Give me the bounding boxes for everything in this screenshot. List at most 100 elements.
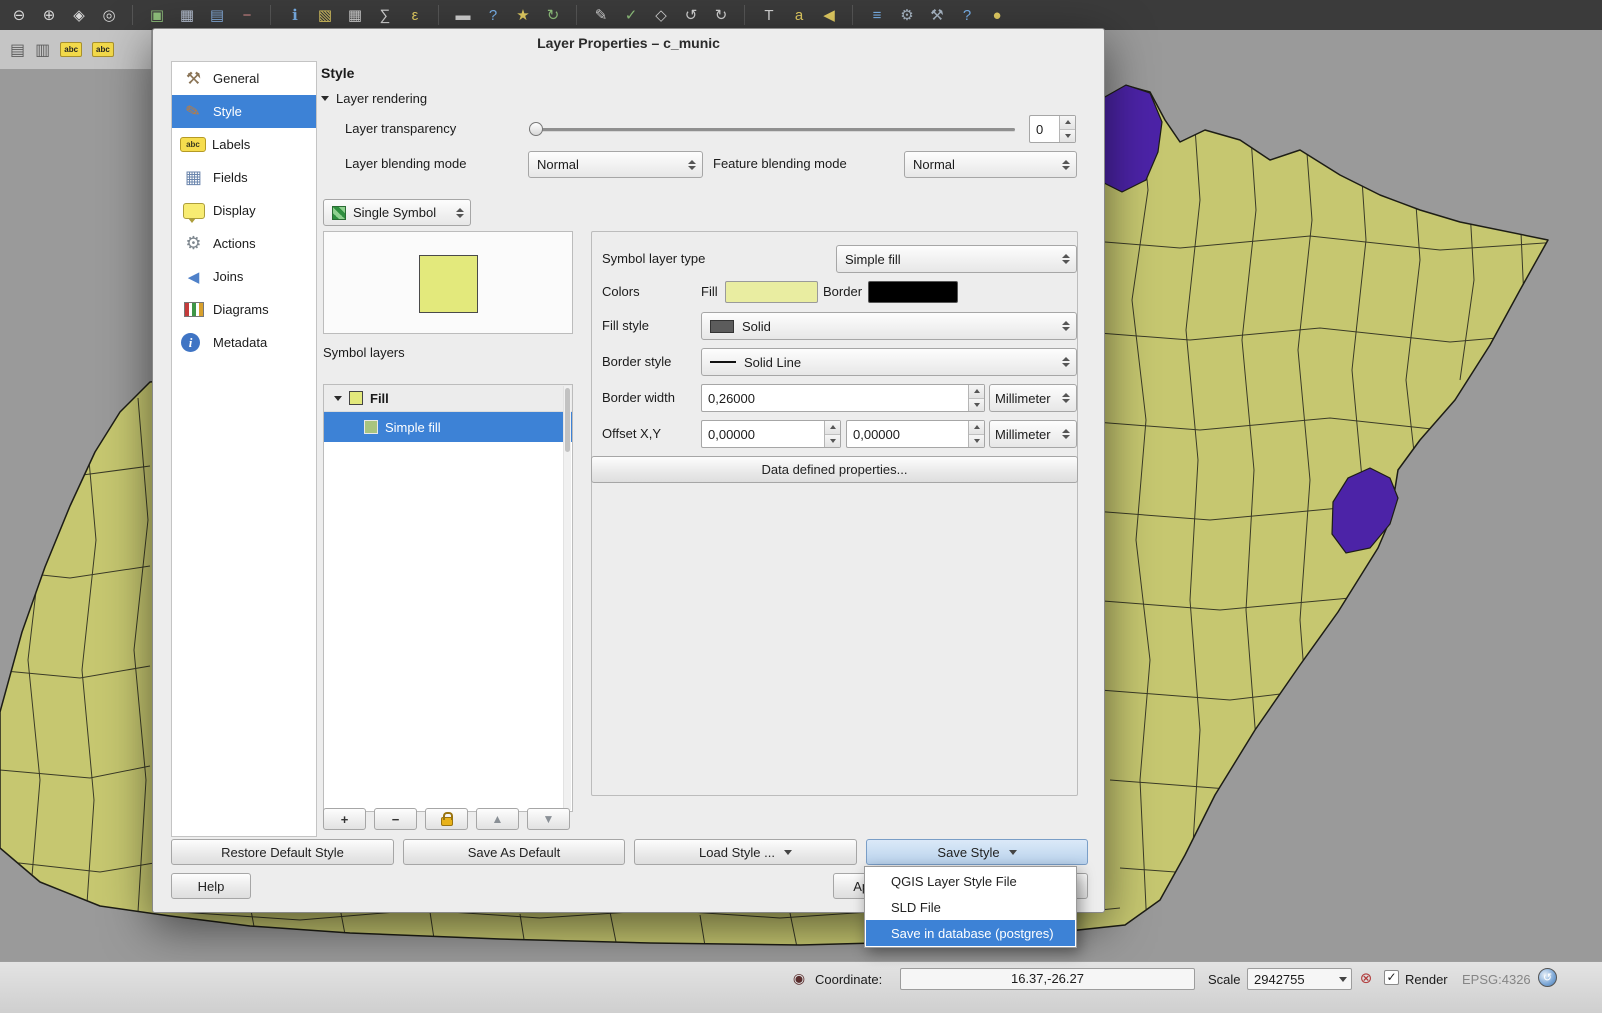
symbol-layer-type-combo[interactable]: Simple fill [836,245,1077,273]
sidebar-item-general[interactable]: General [172,62,316,95]
feature-blending-combo[interactable]: Normal [904,151,1077,178]
symbol-preview-swatch [419,255,478,313]
sidebar-item-display[interactable]: Display [172,194,316,227]
metasearch-icon[interactable]: ● [985,3,1009,27]
border-style-combo[interactable]: Solid Line [701,348,1077,376]
crs-status-icon[interactable] [1538,968,1557,987]
map-tips-icon[interactable]: ? [481,3,505,27]
tree-scrollbar[interactable] [563,386,571,810]
add-raster-layer-icon[interactable]: ▦ [175,3,199,27]
border-width-spinbox[interactable]: 0,26000 [701,384,985,412]
offset-y-spinbox[interactable]: 0,00000 [846,420,985,448]
add-postgis-layer-icon[interactable]: ▤ [205,3,229,27]
sidebar-item-metadata[interactable]: Metadata [172,326,316,359]
restore-default-style-button[interactable]: Restore Default Style [171,839,394,865]
sidebar-item-label: Diagrams [213,302,269,317]
diagrams-icon [184,302,204,317]
add-vector-layer-icon[interactable]: ▣ [145,3,169,27]
spin-steppers-icon[interactable] [1059,116,1075,142]
layer-rendering-expander[interactable]: Layer rendering [321,91,427,106]
save-edits-icon[interactable]: ✓ [619,3,643,27]
load-style-button[interactable]: Load Style ... [634,839,857,865]
sidebar-item-label: Display [213,203,256,218]
sidebar-item-fields[interactable]: Fields [172,161,316,194]
plugin-manager-icon[interactable]: ⚙ [895,3,919,27]
select-features-icon[interactable]: ▧ [313,3,337,27]
menu-item-qgis-layer-style-file[interactable]: QGIS Layer Style File [866,868,1075,894]
coordinate-input[interactable]: 16.37,-26.27 [900,968,1195,990]
paste-style-icon[interactable]: ▥ [35,40,50,60]
spin-steppers-icon[interactable] [968,385,984,411]
render-checkbox[interactable] [1384,970,1399,985]
redo-icon[interactable]: ↻ [709,3,733,27]
text-annotation-icon[interactable]: T [757,3,781,27]
sidebar-item-label: Style [213,104,242,119]
menu-item-save-in-database[interactable]: Save in database (postgres) [866,920,1075,946]
copy-style-icon[interactable]: ▤ [10,40,25,60]
sidebar-item-style[interactable]: Style [172,95,316,128]
coordinate-capture-icon[interactable] [790,969,808,987]
attribute-table-icon[interactable]: ▦ [343,3,367,27]
move-down-button[interactable]: ▼ [527,808,570,830]
node-tool-icon[interactable]: ◇ [649,3,673,27]
refresh-map-icon[interactable]: ↻ [541,3,565,27]
toolbar-separator [568,5,577,25]
identify-features-icon[interactable]: ℹ [283,3,307,27]
renderer-type-combo[interactable]: Single Symbol [323,199,471,226]
offset-x-spinbox[interactable]: 0,00000 [701,420,841,448]
tree-item-fill[interactable]: Fill [324,385,572,412]
sidebar-item-labels[interactable]: Labels [172,128,316,161]
sidebar-item-actions[interactable]: Actions [172,227,316,260]
add-symbol-layer-button[interactable]: + [323,808,366,830]
save-as-default-button[interactable]: Save As Default [403,839,625,865]
expression-icon[interactable]: ε [403,3,427,27]
help-button[interactable]: Help [171,873,251,899]
sidebar-item-label: Metadata [213,335,267,350]
fill-color-swatch[interactable] [725,281,818,303]
save-style-button[interactable]: Save Style [866,839,1088,865]
symbol-layer-type-label: Symbol layer type [602,251,705,266]
fill-style-combo[interactable]: Solid [701,312,1077,340]
scrollbar-thumb[interactable] [565,388,570,452]
transparency-slider[interactable] [529,121,1015,137]
toolbar-separator [736,5,745,25]
tree-item-simple-fill[interactable]: Simple fill [324,412,572,442]
field-calculator-icon[interactable]: ∑ [373,3,397,27]
qgis-window: ⊖⊕◈◎▣▦▤−ℹ▧▦∑ε▬?★↻✎✓◇↺↻Ta◀≡⚙⚒?● ▤▥abcabc … [0,0,1602,1013]
border-color-swatch[interactable] [868,281,958,303]
toggle-editing-icon[interactable]: ✎ [589,3,613,27]
remove-layer-icon[interactable]: − [235,3,259,27]
help-icon[interactable]: ? [955,3,979,27]
lock-color-button[interactable] [425,808,468,830]
sidebar-item-diagrams[interactable]: Diagrams [172,293,316,326]
slider-handle[interactable] [529,122,543,136]
border-width-unit-combo[interactable]: Millimeter [989,384,1077,412]
spin-steppers-icon[interactable] [968,421,984,447]
transparency-spinbox[interactable]: 0 [1029,115,1076,143]
python-console-icon[interactable]: ≡ [865,3,889,27]
dialog-title[interactable]: Layer Properties – c_munic [153,35,1104,51]
remove-symbol-layer-button[interactable]: − [374,808,417,830]
sidebar-item-joins[interactable]: Joins [172,260,316,293]
layer-blending-combo[interactable]: Normal [528,151,703,178]
spin-steppers-icon[interactable] [824,421,840,447]
measure-line-icon[interactable]: ▬ [451,3,475,27]
zoom-in-icon[interactable]: ⊕ [37,3,61,27]
pan-map-icon[interactable]: ◈ [67,3,91,27]
move-label-icon[interactable]: ◀ [817,3,841,27]
move-up-button[interactable]: ▲ [476,808,519,830]
offset-unit-combo[interactable]: Millimeter [989,420,1077,448]
labeling-icon[interactable]: a [787,3,811,27]
move-label-abc-icon[interactable]: abc [92,42,114,57]
processing-icon[interactable]: ⚒ [925,3,949,27]
data-defined-properties-button[interactable]: Data defined properties... [591,456,1078,483]
menu-item-sld-file[interactable]: SLD File [866,894,1075,920]
undo-icon[interactable]: ↺ [679,3,703,27]
label-abc-icon[interactable]: abc [60,42,82,57]
zoom-out-icon[interactable]: ⊖ [7,3,31,27]
bookmark-icon[interactable]: ★ [511,3,535,27]
scale-combo[interactable]: 2942755 [1247,968,1352,990]
expander-icon[interactable] [334,396,342,401]
stop-render-icon[interactable] [1357,969,1375,987]
zoom-full-icon[interactable]: ◎ [97,3,121,27]
